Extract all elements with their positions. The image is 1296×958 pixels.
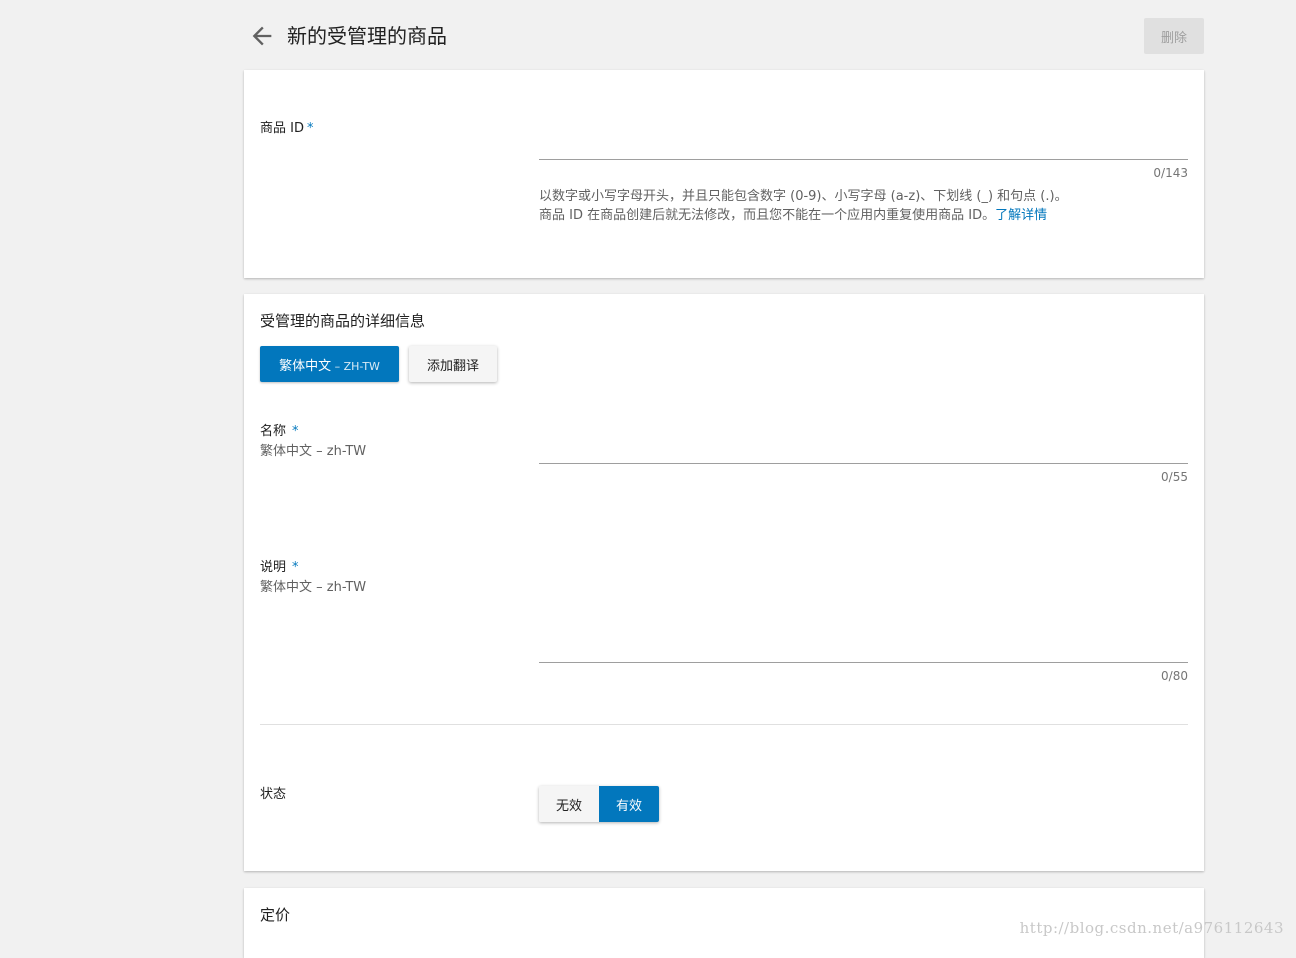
product-id-input[interactable] [539, 159, 1188, 160]
product-id-counter: 0/143 [1153, 166, 1188, 180]
required-mark: * [292, 424, 299, 439]
add-translation-button[interactable]: 添加翻译 [409, 346, 497, 382]
name-label: 名称 * [260, 424, 299, 439]
pricing-section-title: 定价 [260, 906, 291, 924]
status-toggle: 无效 有效 [539, 786, 659, 822]
description-input[interactable] [539, 662, 1188, 663]
product-details-card: 受管理的商品的详细信息 繁体中文 – ZH-TW 添加翻译 名称 * 繁体中文 –… [244, 294, 1204, 871]
language-button[interactable]: 繁体中文 – ZH-TW [260, 346, 399, 382]
product-id-helper: 以数字或小写字母开头，并且只能包含数字 (0-9)、小写字母 (a-z)、下划线… [539, 187, 1068, 225]
product-id-label: 商品 ID * [260, 121, 314, 136]
description-counter: 0/80 [1161, 669, 1188, 683]
description-label: 说明 * [260, 560, 299, 575]
page-header: 新的受管理的商品 删除 [244, 14, 1204, 58]
description-language-sub: 繁体中文 – zh-TW [260, 580, 367, 595]
name-input[interactable] [539, 463, 1188, 464]
name-language-sub: 繁体中文 – zh-TW [260, 444, 367, 459]
page-title: 新的受管理的商品 [287, 24, 447, 48]
status-label: 状态 [260, 787, 287, 802]
status-inactive-button[interactable]: 无效 [539, 786, 599, 822]
product-id-card: 商品 ID * 0/143 以数字或小写字母开头，并且只能包含数字 (0-9)、小… [244, 70, 1204, 278]
name-counter: 0/55 [1161, 470, 1188, 484]
section-divider [260, 724, 1188, 725]
watermark: http://blog.csdn.net/a976112643 [1019, 919, 1284, 937]
details-section-title: 受管理的商品的详细信息 [260, 312, 426, 330]
status-active-button[interactable]: 有效 [599, 786, 659, 822]
helper-line-2: 商品 ID 在商品创建后就无法修改，而且您不能在一个应用内重复使用商品 ID。了… [539, 208, 1048, 223]
arrow-back-icon[interactable] [248, 22, 276, 50]
learn-more-link[interactable]: 了解详情 [995, 208, 1047, 223]
delete-button[interactable]: 删除 [1144, 18, 1204, 54]
required-mark: * [292, 560, 299, 575]
required-mark: * [306, 121, 314, 136]
helper-line-1: 以数字或小写字母开头，并且只能包含数字 (0-9)、小写字母 (a-z)、下划线… [539, 189, 1068, 204]
